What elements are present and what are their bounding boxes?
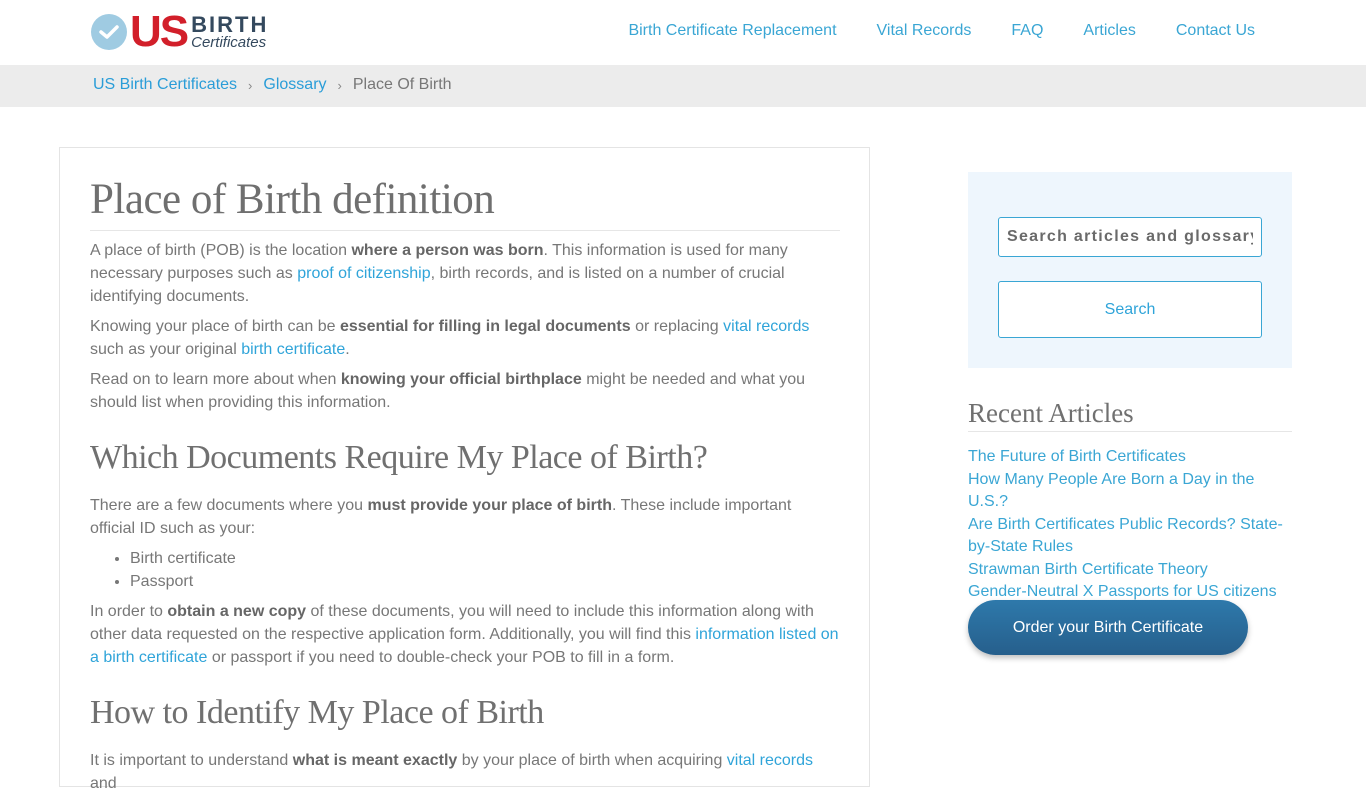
link-vital-records[interactable]: vital records <box>727 752 813 769</box>
search-panel: Search <box>968 172 1292 368</box>
nav-birth-certificate-replacement[interactable]: Birth Certificate Replacement <box>628 21 836 41</box>
nav-articles[interactable]: Articles <box>1083 21 1135 41</box>
recent-articles-list: The Future of Birth Certificates How Man… <box>968 446 1292 604</box>
recent-articles-heading: Recent Articles <box>968 396 1292 432</box>
site-header: US BIRTH Certificates Birth Certificate … <box>0 0 1366 65</box>
bold-text: obtain a new copy <box>167 603 307 620</box>
link-birth-certificate[interactable]: birth certificate <box>241 341 345 358</box>
text: A place of birth (POB) is the location <box>90 242 352 259</box>
breadcrumb: US Birth Certificates › Glossary › Place… <box>93 76 452 94</box>
breadcrumb-glossary[interactable]: Glossary <box>263 76 326 94</box>
list-item: How Many People Are Born a Day in the U.… <box>968 469 1292 514</box>
logo-certificates: Certificates <box>191 34 267 51</box>
text: Read on to learn more about when <box>90 371 341 388</box>
nav-vital-records[interactable]: Vital Records <box>877 21 972 41</box>
recent-article-link[interactable]: How Many People Are Born a Day in the U.… <box>968 471 1254 511</box>
paragraph: In order to obtain a new copy of these d… <box>90 600 840 669</box>
recent-article-link[interactable]: Strawman Birth Certificate Theory <box>968 561 1208 578</box>
page-title: Place of Birth definition <box>90 172 840 231</box>
checkmark-icon <box>91 14 127 50</box>
recent-article-link[interactable]: The Future of Birth Certificates <box>968 448 1186 465</box>
text: and <box>90 775 117 792</box>
list-item: Are Birth Certificates Public Records? S… <box>968 514 1292 559</box>
breadcrumb-current: Place Of Birth <box>352 76 452 93</box>
text: There are a few documents where you <box>90 497 368 514</box>
text: In order to <box>90 603 168 620</box>
section-heading: How to Identify My Place of Birth <box>90 694 544 731</box>
search-button[interactable]: Search <box>998 281 1262 338</box>
chevron-right-icon: › <box>337 77 342 93</box>
text: . <box>345 341 350 358</box>
text: It is important to understand <box>90 752 293 769</box>
logo-us: US <box>130 7 189 56</box>
logo-birth: BIRTH <box>191 12 269 37</box>
bold-text: essential for filling in legal documents <box>339 318 631 335</box>
nav-contact-us[interactable]: Contact Us <box>1176 21 1255 41</box>
recent-article-link[interactable]: Gender-Neutral X Passports for US citize… <box>968 583 1277 600</box>
text: or replacing <box>630 318 724 335</box>
article: Place of Birth definition A place of bir… <box>90 172 840 802</box>
order-birth-certificate-button[interactable]: Order your Birth Certificate <box>968 600 1248 655</box>
paragraph: Read on to learn more about when knowing… <box>90 368 840 414</box>
document-list: Birth certificate Passport <box>130 547 840 593</box>
text: Knowing your place of birth can be <box>90 318 340 335</box>
paragraph: Knowing your place of birth can be essen… <box>90 315 840 361</box>
text: such as your original <box>90 341 242 358</box>
paragraph: It is important to understand what is me… <box>90 749 840 795</box>
site-logo[interactable]: US BIRTH Certificates <box>91 7 269 56</box>
intro-paragraph: A place of birth (POB) is the location w… <box>90 239 840 308</box>
link-proof-of-citizenship[interactable]: proof of citizenship <box>297 265 430 282</box>
text: by your place of birth when acquiring <box>457 752 727 769</box>
recent-article-link[interactable]: Are Birth Certificates Public Records? S… <box>968 516 1283 556</box>
chevron-right-icon: › <box>248 77 253 93</box>
search-input[interactable] <box>998 217 1262 257</box>
bold-text: what is meant exactly <box>292 752 458 769</box>
list-item: The Future of Birth Certificates <box>968 446 1292 469</box>
logo-text: BIRTH Certificates <box>191 12 269 51</box>
paragraph: There are a few documents where you must… <box>90 494 840 540</box>
nav-faq[interactable]: FAQ <box>1011 21 1043 41</box>
list-item: Strawman Birth Certificate Theory <box>968 559 1292 582</box>
breadcrumb-home[interactable]: US Birth Certificates <box>93 76 237 94</box>
link-vital-records[interactable]: vital records <box>723 318 809 335</box>
bold-text: knowing your official birthplace <box>340 371 582 388</box>
text: or passport if you need to double-check … <box>207 649 675 666</box>
breadcrumb-bar: US Birth Certificates › Glossary › Place… <box>0 65 1366 107</box>
bold-text: must provide your place of birth <box>367 497 612 514</box>
section-heading: Which Documents Require My Place of Birt… <box>90 439 708 476</box>
recent-articles: Recent Articles The Future of Birth Cert… <box>968 396 1292 604</box>
list-item: Passport <box>130 570 840 593</box>
main-nav: Birth Certificate Replacement Vital Reco… <box>588 21 1255 41</box>
bold-text: where a person was born <box>351 242 544 259</box>
list-item: Birth certificate <box>130 547 840 570</box>
